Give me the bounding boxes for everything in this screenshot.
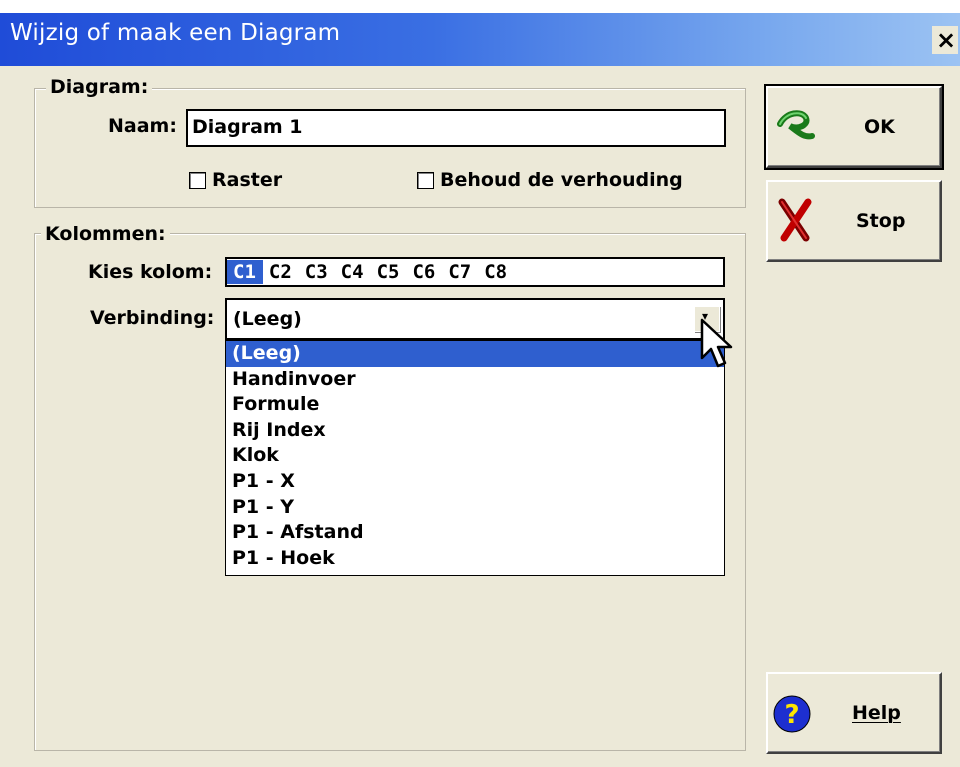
close-icon: × — [936, 26, 957, 54]
mouse-pointer-icon — [700, 318, 736, 379]
name-input[interactable]: Diagram 1 — [186, 109, 726, 147]
column-tab-c7[interactable]: C7 — [442, 260, 478, 284]
title-bar[interactable]: Wijzig of maak een Diagram × — [0, 0, 960, 66]
dropdown-option-p1-y[interactable]: P1 - Y — [226, 495, 724, 521]
dialog-window: Wijzig of maak een Diagram × Diagram: Na… — [0, 0, 960, 767]
dropdown-option-klok[interactable]: Klok — [226, 443, 724, 469]
column-tab-c8[interactable]: C8 — [478, 260, 514, 284]
keep-ratio-checkbox-label[interactable]: Behoud de verhouding — [440, 169, 683, 191]
connection-combobox[interactable]: (Leeg) ▾ — [225, 298, 725, 340]
column-tab-c4[interactable]: C4 — [335, 260, 371, 284]
grid-checkbox-label[interactable]: Raster — [212, 169, 282, 191]
column-tab-c3[interactable]: C3 — [299, 260, 335, 284]
name-label: Naam: — [108, 115, 177, 137]
column-tab-c1[interactable]: C1 — [227, 260, 263, 284]
svg-text:?: ? — [784, 700, 799, 730]
green-check-icon — [776, 106, 816, 149]
columns-group-label: Kolommen: — [41, 223, 170, 245]
dropdown-option-p1-hoek[interactable]: P1 - Hoek — [226, 546, 724, 572]
grid-checkbox[interactable] — [189, 172, 206, 189]
keep-ratio-checkbox[interactable] — [417, 172, 434, 189]
question-icon: ? — [772, 694, 812, 739]
connection-dropdown-list: (Leeg) Handinvoer Formule Rij Index Klok… — [225, 340, 725, 576]
dropdown-option-p1-x[interactable]: P1 - X — [226, 469, 724, 495]
column-tab-c5[interactable]: C5 — [371, 260, 407, 284]
connection-combobox-value: (Leeg) — [233, 308, 302, 330]
stop-button-label: Stop — [856, 210, 906, 232]
column-selector[interactable]: C1 C2 C3 C4 C5 C6 C7 C8 — [225, 257, 725, 287]
ok-button-label: OK — [864, 116, 895, 138]
column-tab-c6[interactable]: C6 — [406, 260, 442, 284]
red-x-icon — [776, 198, 814, 247]
diagram-group-label: Diagram: — [46, 76, 153, 98]
dialog-body: Diagram: Naam: Diagram 1 Raster Behoud d… — [0, 66, 960, 767]
name-input-value: Diagram 1 — [192, 116, 303, 138]
connection-label: Verbinding: — [90, 307, 215, 329]
stop-button[interactable]: Stop — [766, 180, 942, 262]
window-title: Wijzig of maak een Diagram — [10, 20, 341, 46]
dropdown-option-p1-afstand[interactable]: P1 - Afstand — [226, 520, 724, 546]
close-button[interactable]: × — [932, 26, 958, 54]
help-button-label: Help — [852, 702, 901, 724]
dropdown-option-rij-index[interactable]: Rij Index — [226, 418, 724, 444]
choose-column-label: Kies kolom: — [88, 261, 213, 283]
ok-button[interactable]: OK — [764, 84, 944, 170]
dropdown-option-formule[interactable]: Formule — [226, 392, 724, 418]
help-button[interactable]: ? Help — [766, 672, 942, 754]
column-tab-c2[interactable]: C2 — [263, 260, 299, 284]
dropdown-option-leeg[interactable]: (Leeg) — [226, 341, 724, 367]
dropdown-option-handinvoer[interactable]: Handinvoer — [226, 367, 724, 393]
